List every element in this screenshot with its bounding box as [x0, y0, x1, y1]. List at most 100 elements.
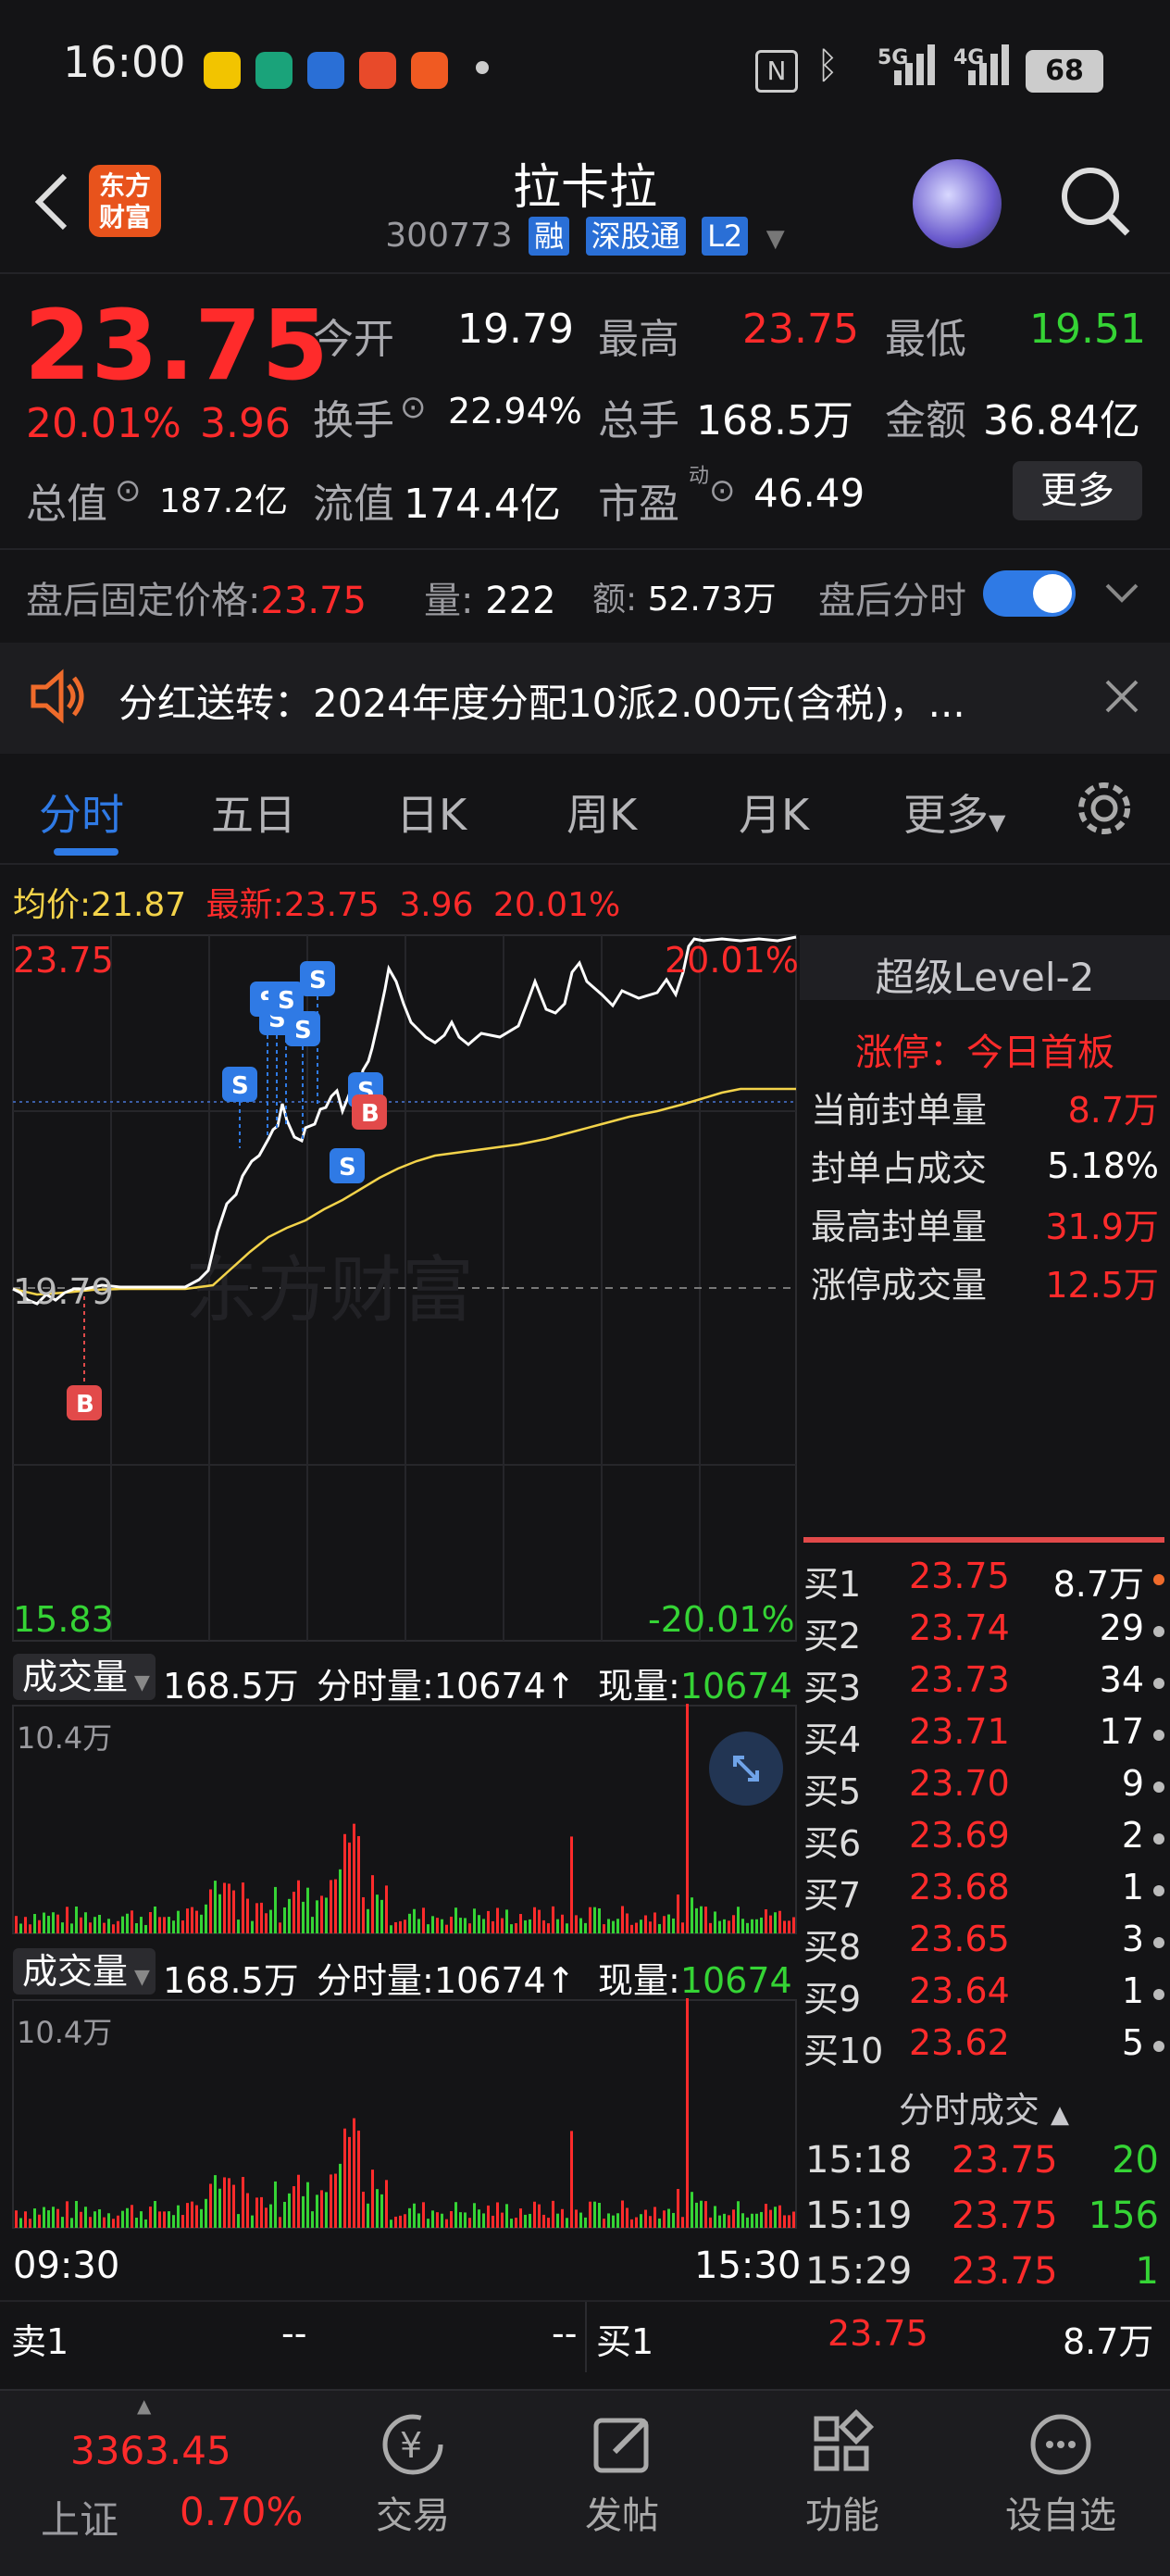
orderbook-row[interactable]: 买5 23.70 9 [803, 1763, 1164, 1815]
volume-value: 168.5万 [696, 397, 853, 444]
chart-bottom-price: 15.83 [13, 1599, 114, 1640]
nav-functions[interactable]: 功能 [787, 2407, 898, 2539]
chart-end-time: 15:30 [694, 2245, 802, 2287]
nav-post-label: 发帖 [585, 2495, 659, 2537]
assistant-robot-avatar[interactable] [913, 159, 1002, 248]
fullscreen-button[interactable] [709, 1732, 783, 1806]
orderbook-price: 23.69 [909, 1815, 1010, 1856]
orderbook-row[interactable]: 买10 23.62 5 [803, 2022, 1164, 2074]
bottom-sell-price: -- [281, 2313, 307, 2354]
orderbook-row[interactable]: 买7 23.68 1 [803, 1867, 1164, 1919]
orderbook-price: 23.73 [909, 1659, 1010, 1700]
orderbook-dot [1153, 1989, 1164, 2000]
chevron-down-icon: ▼ [128, 1671, 150, 1694]
open-value: 19.79 [457, 306, 574, 353]
after-hours-toggle[interactable] [983, 570, 1076, 617]
orderbook-row[interactable]: 买1 23.75 8.7万 [803, 1556, 1164, 1607]
orderbook-price: 23.71 [909, 1711, 1010, 1752]
volume-bars [12, 1704, 797, 1934]
volume-panel: 成交量 ▼ 168.5万 分时量:10674↑ 现量:10674 10.4万 [0, 1648, 800, 1935]
after-hours-amount-value: 52.73万 [647, 581, 777, 619]
index-name[interactable]: 上证 [41, 2489, 118, 2545]
settings-gear-icon[interactable] [1074, 778, 1135, 839]
orderbook-row[interactable]: 买6 23.69 2 [803, 1815, 1164, 1867]
info-icon[interactable]: ⊙ [709, 472, 736, 509]
orderbook-row[interactable]: 买8 23.65 3 [803, 1919, 1164, 1970]
close-icon[interactable] [1103, 678, 1140, 715]
market-cap-label: 总值 [26, 481, 107, 528]
info-icon[interactable]: ⊙ [115, 472, 142, 509]
app-notification-icon [204, 52, 241, 89]
connect-tag: 深股通 [585, 217, 686, 256]
after-hours-volume: 量: 222 [424, 570, 556, 624]
tab-five-day[interactable]: 五日 [211, 782, 296, 843]
orderbook-dot [1153, 1937, 1164, 1948]
orderbook-level: 买7 [803, 1875, 862, 1916]
index-percent[interactable]: 0.70% [180, 2489, 303, 2534]
ticks-header[interactable]: 分时成交 ▲ [803, 2082, 1164, 2132]
tab-monthly-k[interactable]: 月K [739, 782, 809, 843]
nav-post[interactable]: 发帖 [566, 2407, 678, 2539]
bottom-buy-label: 买1 [596, 2321, 654, 2362]
more-info-button[interactable]: 更多 [1013, 461, 1142, 520]
stock-code: 300773 [385, 217, 513, 255]
orderbook-level: 买4 [803, 1719, 862, 1760]
low-value: 19.51 [1029, 306, 1146, 353]
level2-stats: 当前封单量 8.7万 封单占成交 5.18% 最高封单量 31.9万 涨停成交量 12.5万 [811, 1078, 1159, 1311]
orderbook-qty: 1 [1121, 1970, 1144, 2011]
svg-text:B: B [361, 1100, 380, 1128]
latest-change: 3.96 [399, 886, 474, 924]
orderbook-qty: 17 [1099, 1711, 1144, 1752]
toggle-knob [1033, 574, 1072, 613]
tab-weekly-k[interactable]: 周K [566, 782, 637, 843]
volume-indicator-selector[interactable]: 成交量 ▼ [13, 1654, 156, 1700]
avg-price-value: 21.87 [91, 886, 187, 924]
orderbook-dot [1153, 1678, 1164, 1689]
tab-more-label: 更多 [903, 790, 989, 840]
float-cap-value: 174.4亿 [404, 481, 561, 528]
orderbook-row[interactable]: 买9 23.64 1 [803, 1970, 1164, 2022]
tab-intraday[interactable]: 分时 [39, 782, 124, 843]
orderbook-qty: 8.7万 [1052, 1564, 1144, 1605]
high-label: 最高 [598, 316, 679, 363]
chevron-down-icon[interactable]: ▼ [766, 225, 785, 253]
orderbook-row[interactable]: 买3 23.73 34 [803, 1659, 1164, 1711]
tick-price: 23.75 [952, 2250, 1058, 2293]
period-volume-value: 10674↑ [433, 1666, 576, 1707]
orderbook-row[interactable]: 买2 23.74 29 [803, 1607, 1164, 1659]
current-price: 23.75 [24, 289, 329, 402]
svg-text:S: S [309, 967, 327, 994]
more-notifications-dot [476, 61, 489, 74]
divider [585, 2302, 587, 2372]
orderbook-price: 23.65 [909, 1919, 1010, 1959]
app-notification-icon [411, 52, 448, 89]
open-label: 今开 [313, 316, 394, 363]
expand-icon [733, 1756, 759, 1782]
latest-percent: 20.01% [492, 886, 621, 924]
pe-dynamic-sup: 动 [689, 465, 710, 488]
chevron-up-icon[interactable]: ▲ [137, 2395, 151, 2417]
current-volume-label: 现量: [598, 1666, 680, 1707]
volume-indicator-selector[interactable]: 成交量 ▼ [13, 1948, 156, 1995]
current-volume: 现量:10674 [598, 1952, 792, 2003]
index-value[interactable]: 3363.45 [70, 2428, 231, 2473]
nav-add-watchlist[interactable]: 设自选 [987, 2407, 1135, 2539]
nav-trade[interactable]: ¥ 交易 [357, 2407, 468, 2539]
change-percent: 20.01% [26, 400, 181, 447]
after-hours-row: 盘后固定价格:23.75 [26, 570, 367, 624]
chevron-down-icon[interactable] [1103, 578, 1140, 609]
volume-panel: 成交量 ▼ 168.5万 分时量:10674↑ 现量:10674 10.4万 [0, 1943, 800, 2239]
search-icon[interactable] [1059, 165, 1133, 239]
bottom-sell-label: 卖1 [11, 2321, 69, 2362]
signal-icon [894, 44, 935, 85]
orderbook-price: 23.62 [909, 2022, 1010, 2063]
chart-prev-close: 19.79 [13, 1271, 114, 1312]
tab-more[interactable]: 更多▼ [903, 782, 1005, 843]
info-icon[interactable]: ⊙ [400, 389, 427, 426]
bottom-buy-price: 23.75 [828, 2313, 928, 2354]
level2-stat-label: 当前封单量 [811, 1090, 988, 1131]
tab-daily-k[interactable]: 日K [396, 782, 467, 843]
orderbook-row[interactable]: 买4 23.71 17 [803, 1711, 1164, 1763]
app-notification-icon [255, 52, 292, 89]
level2-stat-row: 最高封单量 31.9万 [811, 1194, 1159, 1253]
